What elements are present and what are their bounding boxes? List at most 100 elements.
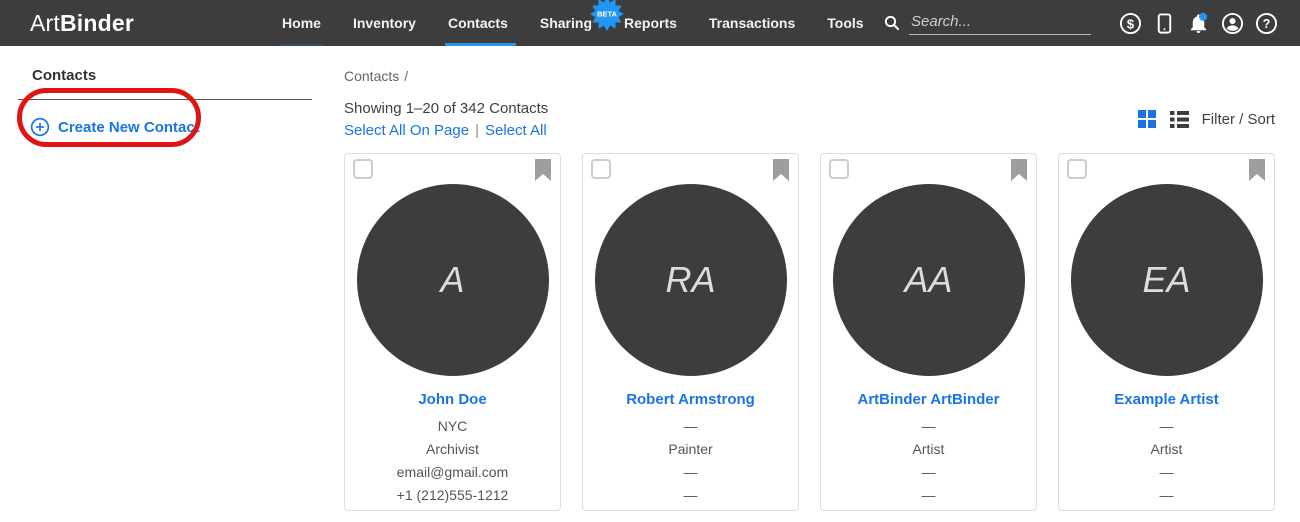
contact-city: — — [683, 418, 698, 434]
logo-prefix: Art — [30, 9, 60, 36]
nav-tab-label: Contacts — [447, 15, 508, 31]
beta-badge-icon: BETA — [590, 0, 624, 31]
help-icon[interactable]: ? — [1255, 12, 1278, 35]
device-tablet-icon[interactable] — [1153, 12, 1176, 35]
contact-card[interactable]: AA ArtBinder ArtBinder — Artist — — — [820, 153, 1037, 511]
contact-checkbox[interactable] — [1067, 159, 1087, 179]
sidebar-divider — [18, 99, 312, 100]
primary-nav: Home Inventory Contacts Sharing BETA Rep… — [280, 0, 866, 46]
nav-tab-tools[interactable]: Tools — [825, 0, 865, 46]
contact-phone: — — [921, 487, 936, 503]
search-icon — [884, 15, 900, 31]
contact-occupation: Artist — [1150, 441, 1183, 457]
nav-tab-label: Home — [282, 15, 321, 31]
nav-tab-reports[interactable]: Reports — [622, 0, 679, 46]
select-all-link[interactable]: Select All — [485, 122, 547, 139]
nav-tab-label: Sharing — [539, 15, 592, 31]
contact-phone: +1 (212)555-1212 — [396, 487, 509, 503]
contact-occupation: Archivist — [426, 441, 479, 457]
list-header-left: Showing 1–20 of 342 Contacts Select All … — [344, 100, 548, 139]
bookmark-icon[interactable] — [535, 159, 551, 181]
notifications-bell-icon[interactable] — [1187, 12, 1210, 35]
create-new-contact-button[interactable]: Create New Contact — [30, 117, 344, 137]
contact-avatar[interactable]: EA — [1070, 184, 1263, 376]
list-view-icon[interactable] — [1169, 110, 1189, 129]
contact-name-link[interactable]: ArtBinder ArtBinder — [821, 391, 1036, 408]
svg-text:$: $ — [1127, 16, 1134, 31]
avatar-initials: RA — [665, 259, 716, 300]
contact-card[interactable]: RA Robert Armstrong — Painter — — — [582, 153, 799, 511]
contact-email: — — [1159, 464, 1174, 480]
contact-avatar[interactable]: RA — [594, 184, 787, 376]
nav-tab-sharing[interactable]: Sharing BETA — [538, 0, 624, 46]
contact-avatar[interactable]: A — [356, 184, 549, 376]
avatar-initials: EA — [1142, 259, 1191, 300]
nav-tab-inventory[interactable]: Inventory — [351, 0, 418, 46]
navbar-utility-icons: $ ? — [1119, 0, 1300, 46]
contact-checkbox[interactable] — [829, 159, 849, 179]
top-navbar: Art Binder Home Inventory Contacts Sharin… — [0, 0, 1300, 46]
artbinder-logo[interactable]: Art Binder — [30, 0, 134, 46]
app-window: Art Binder Home Inventory Contacts Sharin… — [0, 0, 1300, 522]
nav-tab-transactions[interactable]: Transactions — [707, 0, 797, 46]
avatar-initials: AA — [904, 259, 953, 300]
contact-email: — — [921, 464, 936, 480]
contact-email: email@gmail.com — [396, 464, 509, 480]
contact-name-link[interactable]: Example Artist — [1059, 391, 1274, 408]
search-input[interactable] — [909, 11, 1091, 35]
contact-occupation: Painter — [668, 441, 713, 457]
nav-tab-label: Transactions — [708, 15, 796, 31]
contact-city: — — [921, 418, 936, 434]
page-body: Contacts Create New Contact Contacts / Sh… — [0, 46, 1300, 522]
list-header-controls: Filter / Sort — [1137, 110, 1275, 129]
grid-view-icon[interactable] — [1137, 110, 1157, 129]
svg-text:BETA: BETA — [597, 10, 617, 19]
contact-phone: — — [683, 487, 698, 503]
bookmark-icon[interactable] — [1011, 159, 1027, 181]
plus-circle-icon — [30, 117, 50, 137]
results-count: Showing 1–20 of 342 Contacts — [344, 100, 549, 117]
avatar-initials: A — [440, 259, 465, 300]
contacts-sidebar: Contacts Create New Contact — [0, 46, 344, 522]
contact-name-link[interactable]: Robert Armstrong — [583, 391, 798, 408]
account-icon[interactable] — [1221, 12, 1244, 35]
links-pipe: | — [475, 122, 479, 139]
nav-tab-home[interactable]: Home — [280, 0, 323, 46]
contact-checkbox[interactable] — [591, 159, 611, 179]
contact-city: NYC — [437, 418, 468, 434]
breadcrumb-contacts[interactable]: Contacts — [344, 68, 399, 84]
breadcrumb-separator: / — [404, 68, 409, 84]
contacts-main: Contacts / Showing 1–20 of 342 Contacts S… — [344, 46, 1300, 522]
billing-dollar-icon[interactable]: $ — [1119, 12, 1142, 35]
nav-tab-label: Reports — [624, 15, 677, 31]
breadcrumb: Contacts / — [344, 68, 1275, 84]
contact-email: — — [683, 464, 698, 480]
contact-details: — Painter — — — [583, 415, 798, 507]
contact-details: — Artist — — — [1059, 415, 1274, 507]
list-header: Showing 1–20 of 342 Contacts Select All … — [344, 100, 1275, 139]
nav-tab-contacts[interactable]: Contacts — [444, 0, 516, 46]
contact-card[interactable]: A John Doe NYC Archivist email@gmail.com… — [344, 153, 561, 511]
select-all-on-page-link[interactable]: Select All On Page — [344, 122, 469, 139]
notification-dot — [1199, 12, 1208, 21]
logo-suffix: Binder — [60, 9, 135, 36]
global-search — [883, 0, 1091, 46]
contact-checkbox[interactable] — [353, 159, 373, 179]
contact-name-link[interactable]: John Doe — [345, 391, 560, 408]
svg-text:?: ? — [1263, 16, 1271, 30]
contact-city: — — [1159, 418, 1174, 434]
create-new-contact-label: Create New Contact — [58, 118, 200, 136]
contact-details: NYC Archivist email@gmail.com +1 (212)55… — [345, 415, 560, 507]
bookmark-icon[interactable] — [1249, 159, 1265, 181]
contact-details: — Artist — — — [821, 415, 1036, 507]
contact-avatar[interactable]: AA — [832, 184, 1025, 376]
contact-card-grid: A John Doe NYC Archivist email@gmail.com… — [344, 153, 1275, 511]
contact-phone: — — [1159, 487, 1174, 503]
nav-tab-label: Inventory — [352, 15, 416, 31]
sidebar-title: Contacts — [32, 67, 97, 84]
contact-card[interactable]: EA Example Artist — Artist — — — [1058, 153, 1275, 511]
bookmark-icon[interactable] — [773, 159, 789, 181]
filter-sort-button[interactable]: Filter / Sort — [1202, 111, 1275, 128]
nav-tab-label: Tools — [827, 15, 864, 31]
contact-occupation: Artist — [912, 441, 945, 457]
